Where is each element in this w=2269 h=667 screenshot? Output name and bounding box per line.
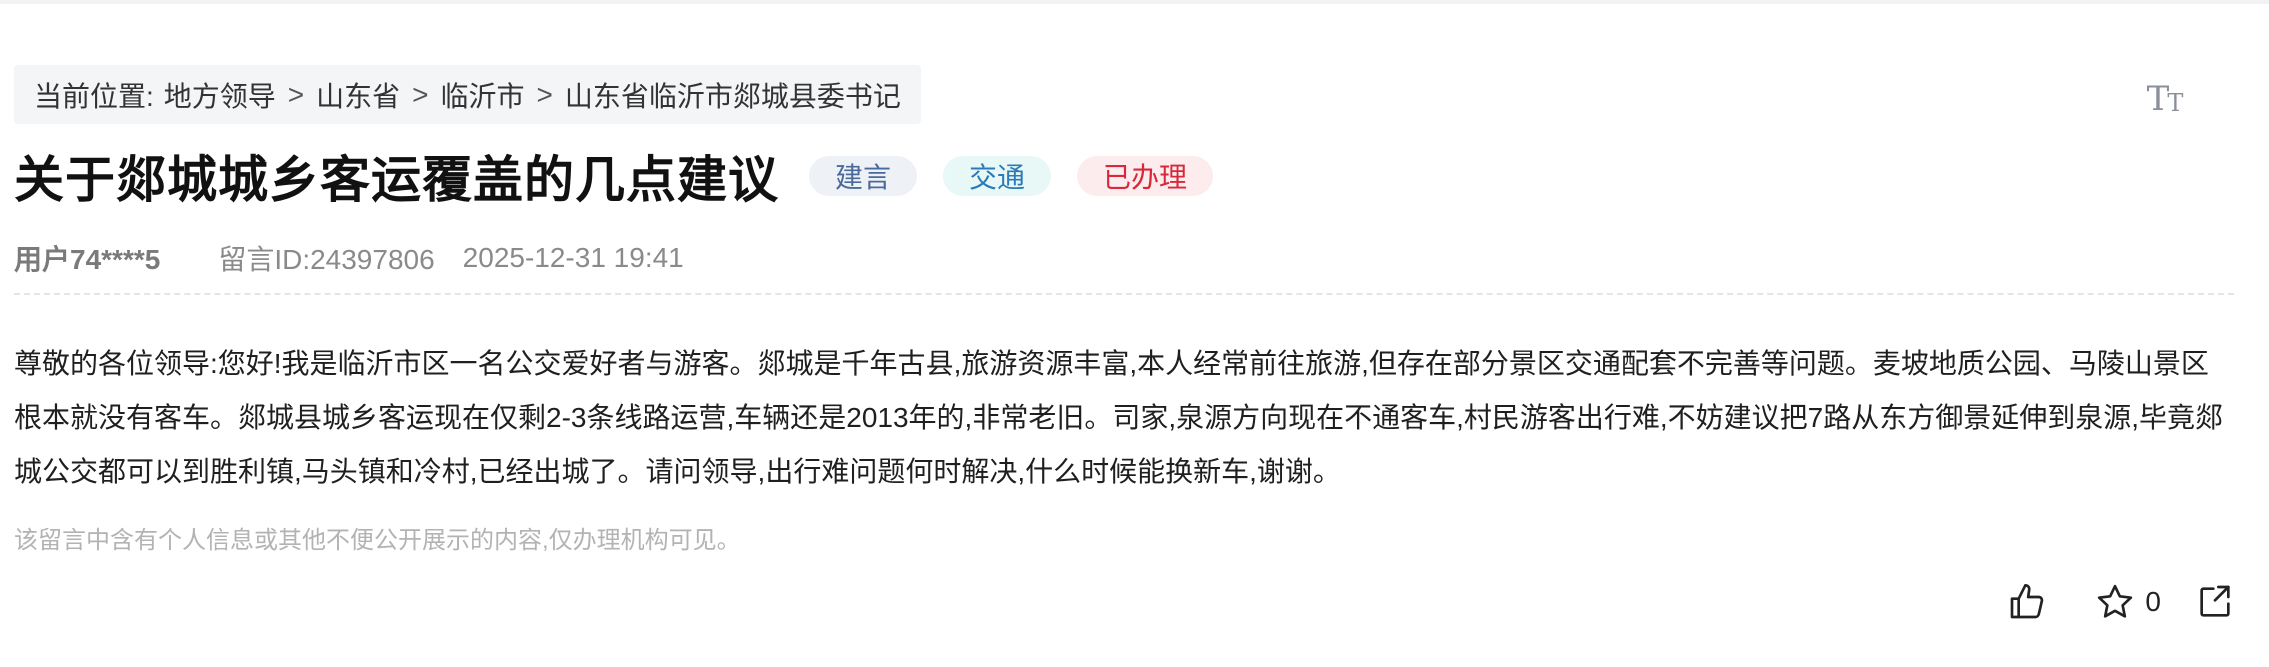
- breadcrumb-prefix: 当前位置:: [34, 80, 154, 112]
- title-row: 关于郯城城乡客运覆盖的几点建议 建言 交通 已办理: [14, 144, 1214, 208]
- favorite-count: 0: [2145, 586, 2161, 617]
- font-size-icon-large: T: [2146, 79, 2170, 119]
- breadcrumb-item-linyi[interactable]: 临沂市: [441, 75, 525, 115]
- breadcrumb-separator: >: [536, 78, 553, 110]
- status-badge: 已办理: [1077, 156, 1214, 196]
- thumbs-up-icon: [2011, 584, 2044, 619]
- message-title: 关于郯城城乡客运覆盖的几点建议: [14, 152, 779, 208]
- action-bar: 0: [2007, 580, 2235, 624]
- breadcrumb-item-shandong[interactable]: 山东省: [316, 75, 400, 115]
- favorite-button[interactable]: 0: [2095, 582, 2161, 622]
- top-divider: [0, 0, 2269, 4]
- breadcrumb-item-local-leaders[interactable]: 地方领导: [164, 75, 276, 115]
- tag-suggestion: 建言: [809, 156, 918, 196]
- message-id: 留言ID:24397806: [218, 244, 435, 275]
- breadcrumb: 当前位置: 地方领导 > 山东省 > 临沂市 > 山东省临沂市郯城县委书记: [14, 65, 921, 124]
- message-meta: 用户74****5 留言ID:24397806 2025-12-31 19:41: [14, 238, 684, 278]
- like-button[interactable]: [2007, 582, 2047, 622]
- font-size-toggle-button[interactable]: T T: [2145, 76, 2185, 116]
- breadcrumb-separator: >: [412, 78, 429, 110]
- message-timestamp: 2025-12-31 19:41: [462, 242, 684, 273]
- privacy-notice: 该留言中含有个人信息或其他不便公开展示的内容,仅办理机构可见。: [14, 527, 741, 554]
- content-divider: [14, 293, 2234, 295]
- author-name: 用户74****5: [14, 244, 161, 275]
- tag-traffic: 交通: [943, 156, 1052, 196]
- star-icon: [2098, 584, 2133, 618]
- share-button[interactable]: [2195, 582, 2235, 622]
- message-body: 尊敬的各位领导:您好!我是临沂市区一名公交爱好者与游客。郯城是千年古县,旅游资源…: [14, 348, 2224, 487]
- breadcrumb-separator: >: [287, 78, 305, 110]
- font-size-icon-small: T: [2167, 89, 2184, 117]
- share-icon: [2200, 585, 2230, 617]
- breadcrumb-item-secretary[interactable]: 山东省临沂市郯城县委书记: [565, 75, 901, 115]
